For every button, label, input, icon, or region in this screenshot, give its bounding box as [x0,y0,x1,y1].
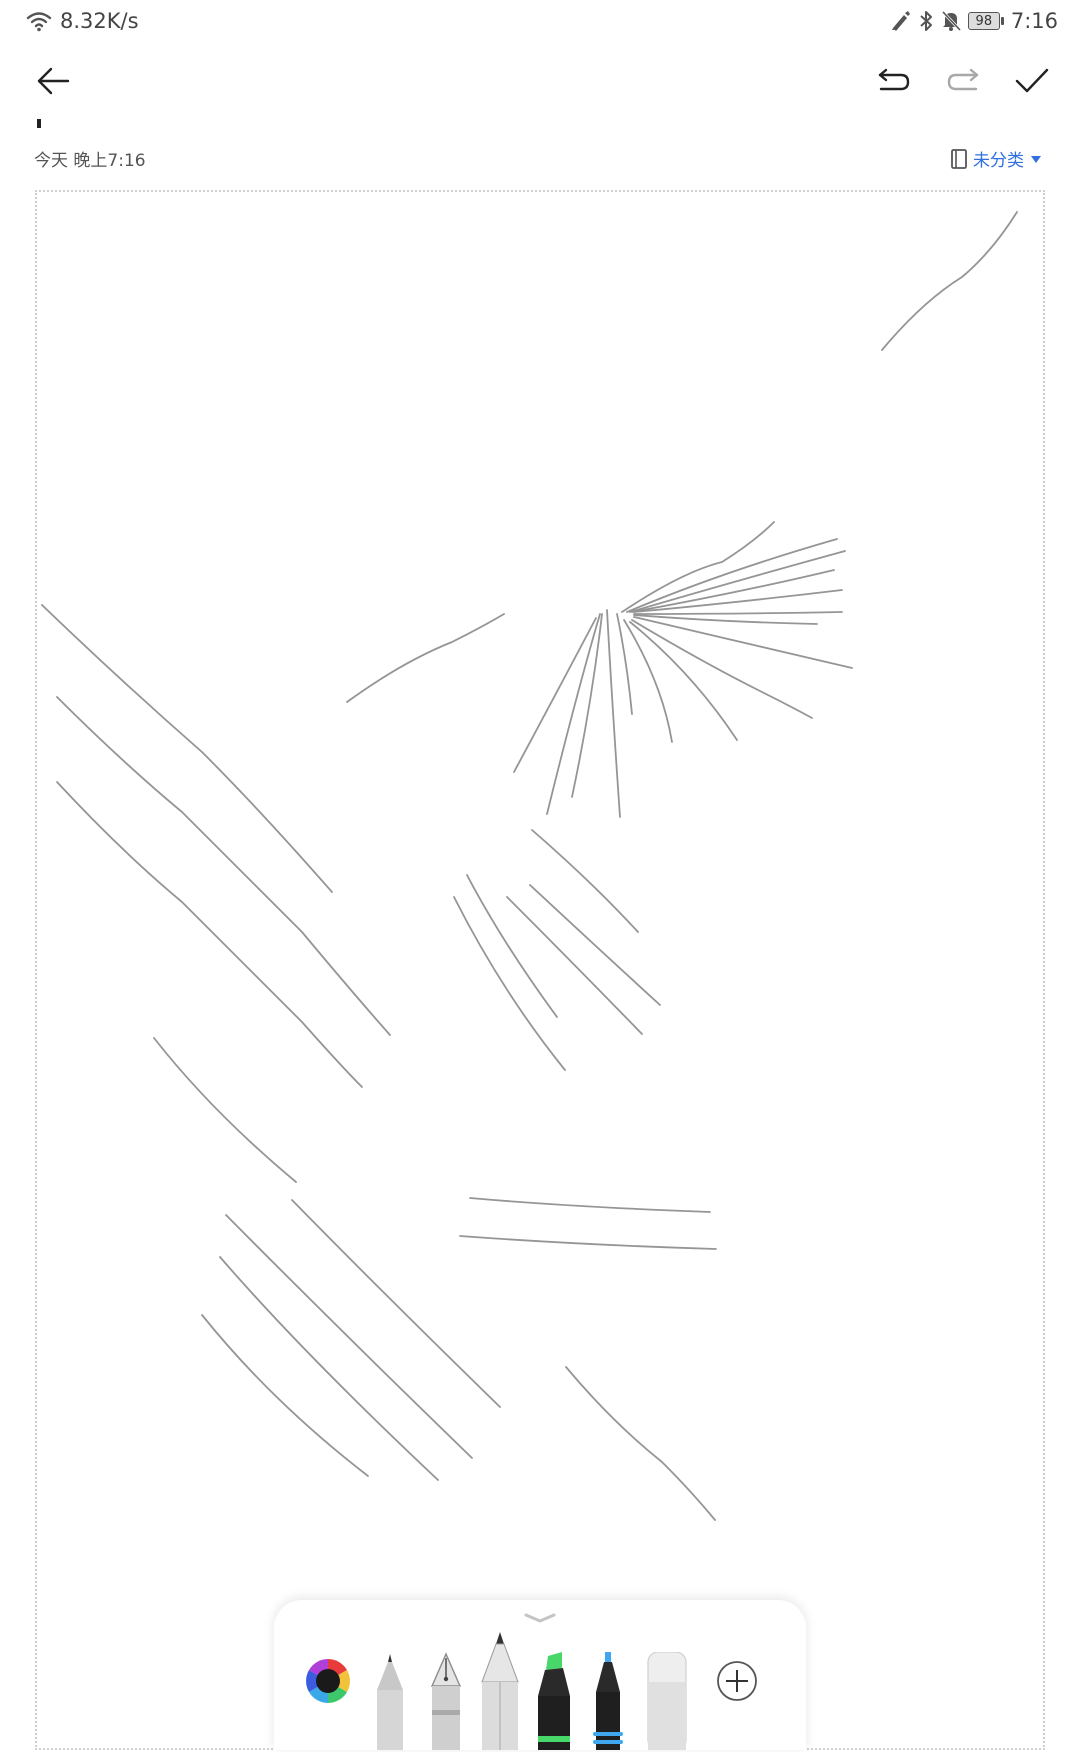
stroke [881,211,1018,351]
back-arrow-icon [37,67,70,95]
check-icon [1015,68,1049,93]
stroke [571,613,603,798]
battery-level: 98 [967,12,1000,30]
stroke [453,896,566,1071]
stroke [56,781,363,1088]
category-selector[interactable]: 未分类 [951,146,1042,171]
network-speed: 8.32K/s [60,9,139,33]
category-label: 未分类 [973,151,1024,171]
redo-icon [947,68,979,91]
stroke [41,604,333,893]
stroke [631,619,813,719]
wifi-icon [26,12,52,32]
add-tool-icon[interactable] [716,1660,758,1702]
stroke [506,896,643,1035]
drawing-canvas[interactable] [35,190,1045,1750]
stroke [546,613,601,815]
note-date: 今天 晚上7:16 [34,151,146,171]
stroke [56,696,391,1036]
clock: 7:16 [1010,9,1058,33]
redo-button[interactable] [932,50,994,112]
note-toolbar [0,50,1080,112]
bell-muted-icon [941,10,961,32]
stroke [291,1199,501,1408]
stroke [631,569,835,613]
stroke [219,1256,439,1481]
battery-cap [1000,17,1004,25]
stroke [201,1314,369,1477]
status-right: 98 7:16 [889,6,1058,36]
notebook-icon [951,148,967,169]
stroke [565,1366,716,1521]
dropdown-triangle-icon [1031,155,1041,163]
stroke [629,550,846,613]
stroke [513,617,597,773]
bluetooth-icon [920,11,932,31]
fineliner-icon[interactable] [588,1652,628,1750]
stroke [633,611,843,615]
stroke [629,621,738,741]
ballpoint-pen-icon[interactable] [370,1652,410,1750]
back-button[interactable] [22,50,84,112]
eraser-icon[interactable] [644,1652,690,1750]
collapse-chevron-icon[interactable] [518,1608,562,1630]
stroke [633,616,853,669]
fountain-pen-icon[interactable] [424,1652,468,1750]
undo-button[interactable] [863,50,925,112]
sketch-strokes [41,211,1018,1521]
stroke [469,1197,711,1213]
stroke [225,1214,473,1459]
stroke [606,609,621,818]
undo-icon [878,68,910,91]
marker-icon[interactable] [532,1652,576,1750]
stroke [153,1037,297,1183]
stroke [459,1235,717,1250]
stroke [621,521,775,613]
title-text-cursor[interactable] [37,119,41,128]
stroke [346,613,505,703]
confirm-button[interactable] [1001,50,1063,112]
battery-icon: 98 [967,12,1004,30]
pencil-icon[interactable] [476,1630,524,1750]
status-bar: 8.32K/s 98 7:16 [0,0,1080,44]
stroke [626,538,838,613]
status-left: 8.32K/s [26,6,139,36]
stroke [531,829,639,933]
stylus-icon [891,11,910,31]
color-wheel-icon[interactable] [305,1658,351,1704]
